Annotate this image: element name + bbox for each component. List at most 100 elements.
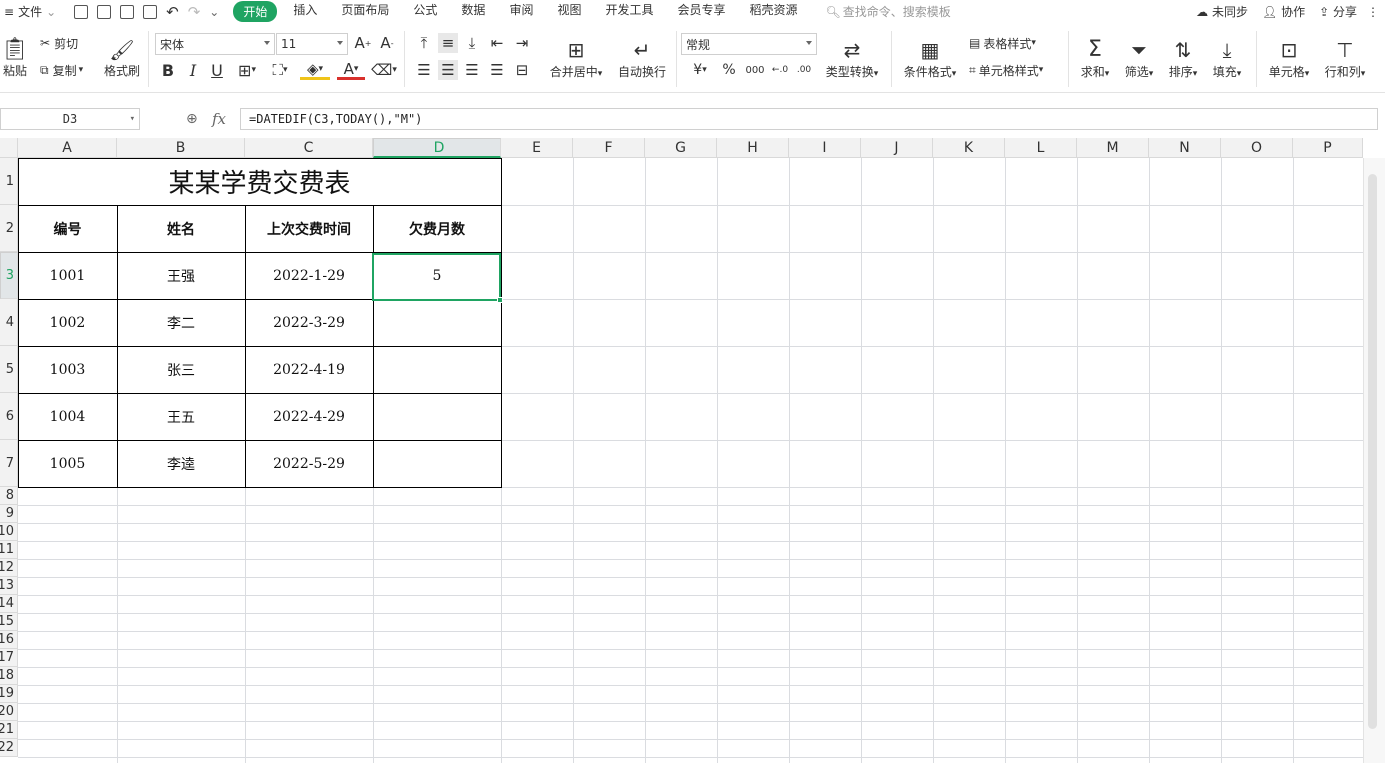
fill-handle[interactable] [497, 297, 503, 303]
header-cell[interactable]: 编号 [18, 205, 117, 252]
collab-button[interactable]: 👤︎ 协作 [1262, 3, 1305, 20]
column-header-n[interactable]: N [1149, 138, 1221, 158]
font-size-select[interactable]: 11 [276, 33, 348, 55]
export-pdf-icon[interactable] [97, 4, 112, 19]
decrease-font-icon[interactable]: A- [378, 33, 396, 53]
row-header-19[interactable]: 19 [0, 685, 18, 703]
table-cell[interactable]: 1003 [18, 346, 117, 393]
fill-button[interactable]: ⤓ 填充▾ [1208, 29, 1246, 87]
underline-button[interactable]: U [208, 60, 226, 80]
table-cell[interactable]: 1002 [18, 299, 117, 346]
cond-format-button[interactable]: ▦ 条件格式▾ [900, 29, 960, 87]
row-header-12[interactable]: 12 [0, 559, 18, 577]
table-cell[interactable]: 2022-1-29 [245, 252, 373, 299]
column-header-e[interactable]: E [501, 138, 573, 158]
save-icon[interactable] [74, 4, 89, 19]
tab-4[interactable]: 数据 [461, 1, 485, 22]
type-convert-button[interactable]: ⇄ 类型转换▾ [822, 29, 882, 87]
table-cell[interactable]: 1001 [18, 252, 117, 299]
row-header-20[interactable]: 20 [0, 703, 18, 721]
align-left-icon[interactable]: ☰ [414, 60, 434, 80]
increase-font-icon[interactable]: A + [354, 33, 372, 53]
table-cell[interactable]: 1004 [18, 393, 117, 440]
table-cell[interactable]: 2022-4-29 [245, 393, 373, 440]
table-cell[interactable] [373, 346, 501, 393]
more-icon[interactable]: ⋮ [1367, 5, 1379, 19]
row-header-16[interactable]: 16 [0, 631, 18, 649]
vertical-scrollbar[interactable] [1363, 158, 1385, 763]
border-icon[interactable]: ⊞ ▾ [233, 60, 261, 80]
row-header-9[interactable]: 9 [0, 505, 18, 523]
decrease-decimal-icon[interactable]: .00 [794, 60, 814, 80]
justify-icon[interactable]: ☰ [487, 60, 507, 80]
spreadsheet-grid[interactable]: ABCDEFGHIJKLMNOP 12345678910111213141516… [0, 138, 1385, 763]
print-preview-icon[interactable] [143, 4, 158, 19]
print-icon[interactable] [120, 4, 135, 19]
cell-button[interactable]: ⊡ 单元格▾ [1264, 29, 1314, 87]
font-color-icon[interactable]: A ▾ [337, 60, 365, 80]
shape-fill-icon[interactable]: ⛶ ▾ [266, 60, 294, 80]
cut-button[interactable]: ✂ 剪切 [40, 33, 78, 53]
table-cell[interactable]: 5 [373, 252, 501, 299]
font-name-select[interactable]: 宋体 [155, 33, 275, 55]
tab-2[interactable]: 页面布局 [341, 1, 389, 22]
row-header-5[interactable]: 5 [0, 346, 18, 393]
header-cell[interactable]: 欠费月数 [373, 205, 501, 252]
row-header-21[interactable]: 21 [0, 721, 18, 739]
table-cell[interactable]: 张三 [117, 346, 245, 393]
table-cell[interactable]: 2022-3-29 [245, 299, 373, 346]
row-header-18[interactable]: 18 [0, 667, 18, 685]
row-header-10[interactable]: 10 [0, 523, 18, 541]
increase-decimal-icon[interactable]: ←.0 [770, 60, 790, 80]
row-header-15[interactable]: 15 [0, 613, 18, 631]
row-header-8[interactable]: 8 [0, 487, 18, 505]
select-all-corner[interactable] [0, 138, 18, 158]
align-middle-icon[interactable]: ≡ [438, 33, 458, 53]
column-header-k[interactable]: K [933, 138, 1005, 158]
sum-button[interactable]: Σ 求和▾ [1076, 29, 1114, 87]
row-header-6[interactable]: 6 [0, 393, 18, 440]
copy-button[interactable]: ⧉ 复制 ▾ [40, 60, 83, 80]
redo-icon[interactable]: ↷ [188, 3, 201, 21]
merge-center-button[interactable]: ⊞ 合并居中▾ [545, 29, 607, 87]
table-cell[interactable]: 1005 [18, 440, 117, 487]
column-header-h[interactable]: H [717, 138, 789, 158]
column-header-c[interactable]: C [245, 138, 373, 158]
distribute-icon[interactable]: ⊟ [512, 60, 532, 80]
table-cell[interactable] [373, 299, 501, 346]
row-header-4[interactable]: 4 [0, 299, 18, 346]
zoom-formula-icon[interactable]: ⊕ [186, 111, 198, 127]
row-header-11[interactable]: 11 [0, 541, 18, 559]
column-header-o[interactable]: O [1221, 138, 1293, 158]
tab-5[interactable]: 审阅 [509, 1, 533, 22]
header-cell[interactable]: 上次交费时间 [245, 205, 373, 252]
table-cell[interactable]: 2022-4-19 [245, 346, 373, 393]
align-right-icon[interactable]: ☰ [462, 60, 482, 80]
tab-0[interactable]: 开始 [233, 1, 278, 22]
row-header-1[interactable]: 1 [0, 158, 18, 205]
row-header-2[interactable]: 2 [0, 205, 18, 252]
table-cell[interactable] [373, 393, 501, 440]
column-header-i[interactable]: I [789, 138, 861, 158]
currency-button[interactable]: ¥ ▾ [686, 60, 714, 80]
align-center-icon[interactable]: ☰ [438, 60, 458, 80]
row-header-17[interactable]: 17 [0, 649, 18, 667]
scrollbar-thumb[interactable] [1368, 174, 1377, 729]
bold-button[interactable]: B [159, 60, 177, 80]
number-format-select[interactable]: 常规 [681, 33, 817, 55]
table-style-button[interactable]: ▤ 表格样式 ▾ [969, 33, 1036, 53]
formula-input[interactable]: =DATEDIF(C3,TODAY(),"M") [240, 108, 1378, 130]
column-header-g[interactable]: G [645, 138, 717, 158]
wrap-text-button[interactable]: ↵ 自动换行 [615, 29, 669, 87]
column-header-d[interactable]: D [373, 138, 501, 158]
tab-8[interactable]: 会员专享 [677, 1, 725, 22]
search-box[interactable]: 🔍︎ 查找命令、搜索模板 [826, 3, 951, 20]
fx-button[interactable]: fx [212, 110, 226, 128]
column-header-f[interactable]: F [573, 138, 645, 158]
sync-status[interactable]: ☁︎ 未同步 [1196, 3, 1248, 20]
outdent-icon[interactable]: ⇤ [487, 33, 507, 53]
fill-color-icon[interactable]: ◈ ▾ [300, 60, 330, 80]
indent-icon[interactable]: ⇥ [512, 33, 532, 53]
column-header-l[interactable]: L [1005, 138, 1077, 158]
tab-3[interactable]: 公式 [413, 1, 437, 22]
